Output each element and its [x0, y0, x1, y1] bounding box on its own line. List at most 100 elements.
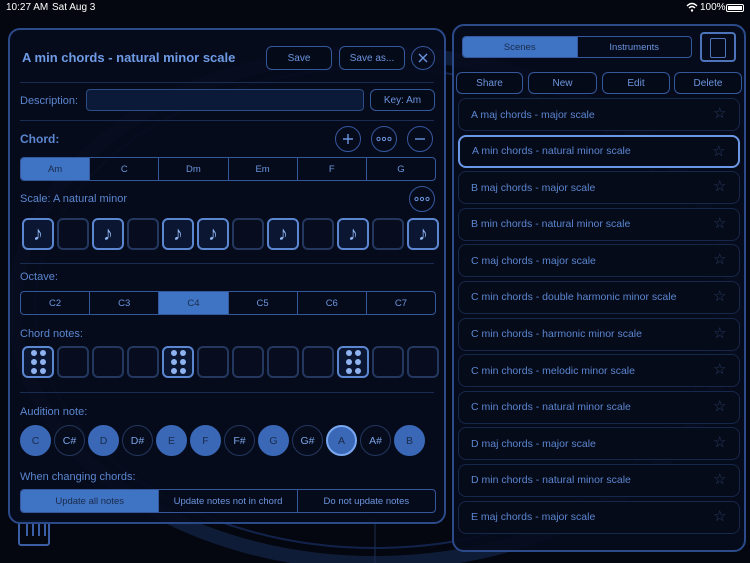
chord-note-grid[interactable] — [22, 346, 439, 378]
audition-note-button[interactable]: G — [258, 425, 289, 456]
do-not-update-notes-option[interactable]: Do not update notes — [298, 490, 435, 512]
chord-note-cell[interactable] — [372, 346, 404, 378]
scale-note-cell[interactable] — [127, 218, 159, 250]
octave-tab[interactable]: C4 — [159, 292, 229, 314]
scale-note-cell[interactable] — [232, 218, 264, 250]
scale-note-grid[interactable]: ♪ ♪ ♪ ♪ ♪ ♪ ♪ — [22, 218, 439, 250]
save-as-button[interactable]: Save as... — [339, 46, 405, 70]
chord-note-cell[interactable] — [407, 346, 439, 378]
chord-note-cell[interactable] — [232, 346, 264, 378]
scene-list-item[interactable]: A min chords - natural minor scale ☆ — [458, 134, 740, 168]
chord-note-cell[interactable] — [197, 346, 229, 378]
star-icon[interactable]: ☆ — [713, 362, 729, 378]
scene-list-item[interactable]: B min chords - natural minor scale ☆ — [458, 207, 740, 241]
audition-note-button[interactable]: C — [20, 425, 51, 456]
description-field[interactable] — [86, 89, 364, 111]
scale-note-cell[interactable] — [57, 218, 89, 250]
chord-note-cell[interactable] — [267, 346, 299, 378]
scene-list-item[interactable]: B maj chords - major scale ☆ — [458, 171, 740, 205]
scale-note-cell[interactable]: ♪ — [22, 218, 54, 250]
scale-options-button[interactable] — [409, 186, 435, 212]
star-icon[interactable]: ☆ — [713, 215, 729, 232]
audition-note-button[interactable]: B — [394, 425, 425, 456]
star-icon[interactable]: ☆ — [712, 143, 728, 160]
share-button[interactable]: Share — [456, 72, 523, 94]
chord-note-cell[interactable] — [22, 346, 54, 378]
audition-note-row[interactable]: C C# D D# E F F# G G# A A# B — [20, 425, 425, 456]
plus-icon — [343, 134, 353, 144]
star-icon[interactable]: ☆ — [713, 435, 729, 451]
save-button[interactable]: Save — [266, 46, 332, 70]
chord-options-button[interactable] — [371, 126, 397, 152]
audition-note-button[interactable]: G# — [292, 425, 323, 456]
scene-list-item[interactable]: D maj chords - major scale ☆ — [458, 427, 740, 461]
star-icon[interactable]: ☆ — [713, 508, 729, 525]
audition-note-button[interactable]: C# — [54, 425, 85, 456]
chord-note-cell[interactable] — [162, 346, 194, 378]
star-icon[interactable]: ☆ — [713, 398, 729, 415]
changing-chords-selector[interactable]: Update all notes Update notes not in cho… — [20, 489, 436, 513]
chord-note-cell[interactable] — [127, 346, 159, 378]
chord-note-cell[interactable] — [57, 346, 89, 378]
scene-list-item[interactable]: A maj chords - major scale ☆ — [458, 98, 740, 131]
star-icon[interactable]: ☆ — [713, 325, 729, 342]
scale-note-cell[interactable] — [302, 218, 334, 250]
chord-tab[interactable]: Em — [229, 158, 298, 180]
key-button[interactable]: Key: Am — [370, 89, 435, 111]
star-icon[interactable]: ☆ — [713, 106, 729, 122]
octave-tab[interactable]: C2 — [21, 292, 91, 314]
battery-percent: 100% — [700, 2, 726, 13]
scale-note-cell[interactable]: ♪ — [407, 218, 439, 250]
remove-chord-button[interactable] — [407, 126, 433, 152]
octave-tab[interactable]: C6 — [298, 292, 367, 314]
chord-note-cell[interactable] — [337, 346, 369, 378]
audition-note-button[interactable]: D — [88, 425, 119, 456]
audition-note-button[interactable]: F — [190, 425, 221, 456]
audition-note-button[interactable]: A — [326, 425, 357, 456]
audition-note-button[interactable]: E — [156, 425, 187, 456]
folder-icon[interactable] — [700, 32, 736, 62]
scale-note-cell[interactable]: ♪ — [162, 218, 194, 250]
chord-note-cell[interactable] — [92, 346, 124, 378]
scene-list-item[interactable]: C min chords - harmonic minor scale ☆ — [458, 317, 740, 351]
scale-note-cell[interactable] — [372, 218, 404, 250]
scale-note-cell[interactable]: ♪ — [337, 218, 369, 250]
library-tabs[interactable]: Scenes Instruments — [462, 36, 692, 58]
audition-note-button[interactable]: D# — [122, 425, 153, 456]
star-icon[interactable]: ☆ — [713, 179, 729, 195]
star-icon[interactable]: ☆ — [713, 288, 729, 305]
scene-list-item[interactable]: C maj chords - major scale ☆ — [458, 244, 740, 278]
chord-selector[interactable]: Am C Dm Em F G — [20, 157, 436, 181]
update-notes-not-in-chord-option[interactable]: Update notes not in chord — [159, 490, 298, 512]
star-icon[interactable]: ☆ — [713, 252, 729, 268]
scale-note-cell[interactable]: ♪ — [267, 218, 299, 250]
scene-list-item[interactable]: E maj chords - major scale ☆ — [458, 500, 740, 534]
octave-tab[interactable]: C3 — [90, 292, 160, 314]
chord-tab[interactable]: F — [298, 158, 367, 180]
audition-note-button[interactable]: A# — [360, 425, 391, 456]
scene-list-item[interactable]: D min chords - natural minor scale ☆ — [458, 463, 740, 497]
octave-selector[interactable]: C2 C3 C4 C5 C6 C7 — [20, 291, 436, 315]
close-button[interactable] — [411, 46, 435, 70]
delete-button[interactable]: Delete — [674, 72, 742, 94]
octave-tab[interactable]: C5 — [229, 292, 298, 314]
chord-note-cell[interactable] — [302, 346, 334, 378]
chord-tab[interactable]: C — [90, 158, 160, 180]
edit-button[interactable]: Edit — [602, 72, 670, 94]
scene-list-item[interactable]: C min chords - natural minor scale ☆ — [458, 390, 740, 424]
audition-note-button[interactable]: F# — [224, 425, 255, 456]
scale-note-cell[interactable]: ♪ — [197, 218, 229, 250]
star-icon[interactable]: ☆ — [713, 471, 729, 488]
scene-list-item[interactable]: C min chords - melodic minor scale ☆ — [458, 354, 740, 388]
update-all-notes-option[interactable]: Update all notes — [21, 490, 160, 512]
chord-tab[interactable]: Dm — [159, 158, 229, 180]
new-button[interactable]: New — [528, 72, 597, 94]
tab-scenes[interactable]: Scenes — [463, 37, 578, 57]
add-chord-button[interactable] — [335, 126, 361, 152]
chord-tab[interactable]: Am — [21, 158, 91, 180]
tab-instruments[interactable]: Instruments — [578, 37, 692, 57]
chord-tab[interactable]: G — [367, 158, 435, 180]
scene-list-item[interactable]: C min chords - double harmonic minor sca… — [458, 280, 740, 314]
scale-note-cell[interactable]: ♪ — [92, 218, 124, 250]
octave-tab[interactable]: C7 — [367, 292, 435, 314]
